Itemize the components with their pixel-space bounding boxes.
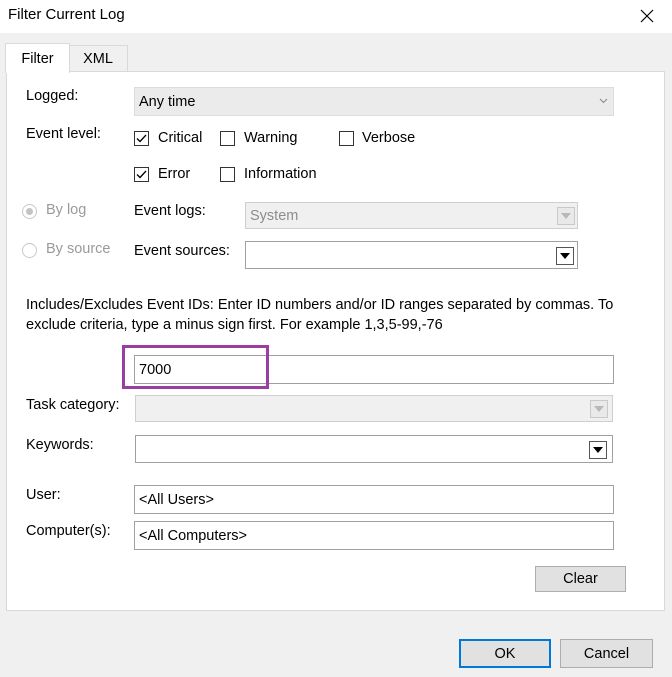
user-label: User: <box>26 487 61 503</box>
warning-label: Warning <box>244 130 298 146</box>
computers-label: Computer(s): <box>26 523 111 539</box>
radio-selected-dot <box>26 208 33 215</box>
tab-xml[interactable]: XML <box>68 45 128 72</box>
event-ids-description: Includes/Excludes Event IDs: Enter ID nu… <box>26 297 614 333</box>
tab-xml-label: XML <box>83 51 113 67</box>
information-checkbox[interactable] <box>220 167 235 182</box>
user-input[interactable]: <All Users> <box>134 485 614 514</box>
ok-button[interactable]: OK <box>459 639 551 668</box>
close-icon <box>640 9 654 23</box>
keywords-label: Keywords: <box>26 437 94 453</box>
chevron-down-icon <box>599 98 608 104</box>
event-logs-label: Event logs: <box>134 203 206 219</box>
dropdown-arrow-icon <box>593 447 603 453</box>
keywords-dropdown[interactable] <box>135 435 613 463</box>
checkmark-icon <box>136 134 147 143</box>
computers-input[interactable]: <All Computers> <box>134 521 614 550</box>
event-sources-dropdown-button[interactable] <box>556 247 574 265</box>
task-category-dropdown-button[interactable] <box>590 400 608 418</box>
by-source-label: By source <box>46 241 111 257</box>
event-logs-dropdown[interactable]: System <box>245 202 578 229</box>
event-level-label: Event level: <box>26 126 101 142</box>
keywords-dropdown-button[interactable] <box>589 441 607 459</box>
warning-checkbox[interactable] <box>220 131 235 146</box>
computers-value: <All Computers> <box>139 527 247 544</box>
user-value: <All Users> <box>139 491 214 508</box>
event-sources-label: Event sources: <box>134 243 230 259</box>
ok-button-label: OK <box>494 645 516 662</box>
event-logs-value: System <box>250 207 299 224</box>
cancel-button-label: Cancel <box>583 645 630 662</box>
clear-button[interactable]: Clear <box>535 566 626 592</box>
dropdown-arrow-icon <box>561 213 571 219</box>
by-log-radio[interactable] <box>22 204 37 219</box>
cancel-button[interactable]: Cancel <box>560 639 653 668</box>
information-label: Information <box>244 166 317 182</box>
dropdown-arrow-icon <box>594 406 604 412</box>
error-label: Error <box>158 166 191 182</box>
logged-dropdown[interactable]: Any time <box>134 87 614 116</box>
event-logs-dropdown-button[interactable] <box>557 207 575 225</box>
verbose-label: Verbose <box>362 130 416 146</box>
close-button[interactable] <box>627 0 667 32</box>
clear-button-label: Clear <box>563 571 598 587</box>
checkmark-icon <box>136 170 147 179</box>
critical-checkbox[interactable] <box>134 131 149 146</box>
task-category-label: Task category: <box>26 397 120 413</box>
event-sources-dropdown[interactable] <box>245 241 578 269</box>
task-category-dropdown[interactable] <box>135 395 613 422</box>
error-checkbox[interactable] <box>134 167 149 182</box>
critical-label: Critical <box>158 130 203 146</box>
highlight-box <box>122 345 269 389</box>
logged-label: Logged: <box>26 88 79 104</box>
window-title: Filter Current Log <box>8 6 125 23</box>
dropdown-arrow-icon <box>560 253 570 259</box>
tab-filter[interactable]: Filter <box>5 43 70 73</box>
logged-value: Any time <box>139 93 196 110</box>
by-source-radio[interactable] <box>22 243 37 258</box>
verbose-checkbox[interactable] <box>339 131 354 146</box>
by-log-label: By log <box>46 202 87 218</box>
tab-filter-label: Filter <box>21 50 54 67</box>
